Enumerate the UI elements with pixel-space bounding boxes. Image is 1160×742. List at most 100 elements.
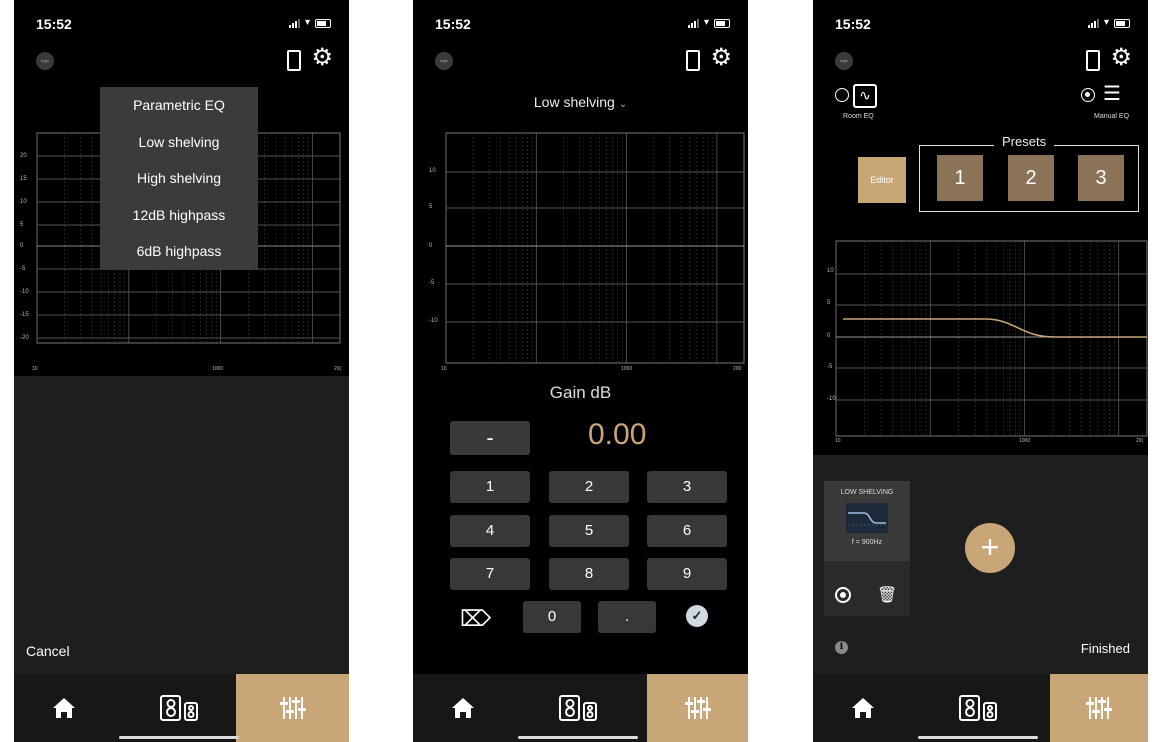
- gain-value: 0.00: [588, 418, 647, 451]
- key-3[interactable]: 3: [647, 471, 727, 503]
- nav-home[interactable]: [14, 674, 114, 742]
- device-icon[interactable]: [1086, 50, 1100, 71]
- x-tick: 20(: [1136, 438, 1144, 444]
- y-tick: 5: [827, 300, 831, 306]
- key-dot[interactable]: .: [598, 601, 656, 633]
- preset-3-button[interactable]: 3: [1078, 155, 1124, 201]
- manual-eq-icon[interactable]: ☰: [1103, 84, 1121, 104]
- gain-label: Gain dB: [549, 383, 612, 402]
- add-filter-button[interactable]: +: [965, 523, 1015, 573]
- key-2[interactable]: 2: [549, 471, 629, 503]
- menu-item-low-shelving[interactable]: Low shelving: [100, 124, 258, 161]
- menu-item-high-shelving[interactable]: High shelving: [100, 160, 258, 197]
- status-time: 15:52: [435, 16, 471, 32]
- battery-icon: [1114, 18, 1130, 28]
- speakers-icon: [959, 695, 997, 721]
- menu-item-6db-highpass[interactable]: 6dB highpass: [100, 233, 258, 270]
- home-icon: [53, 698, 75, 718]
- y-tick: -5: [20, 266, 26, 272]
- device-icon[interactable]: [686, 50, 700, 71]
- nav-home[interactable]: [813, 674, 913, 742]
- device-icon[interactable]: [287, 50, 301, 71]
- editor-button[interactable]: Editor: [858, 157, 906, 203]
- key-0[interactable]: 0: [523, 601, 581, 633]
- y-tick: 10: [429, 168, 436, 174]
- filter-card-freq: f = 900Hz: [851, 539, 883, 546]
- nav-speakers[interactable]: [129, 674, 229, 742]
- record-icon[interactable]: [835, 587, 851, 603]
- filter-card-title: LOW SHELVING: [840, 489, 894, 496]
- nav-speakers[interactable]: [928, 674, 1028, 742]
- signal-icon: [687, 18, 699, 28]
- y-tick: 0: [827, 333, 831, 339]
- gear-icon[interactable]: ⚙: [1110, 46, 1132, 70]
- bottom-nav: [413, 674, 748, 742]
- x-tick: 1000: [1019, 438, 1031, 444]
- x-tick: 20(: [334, 366, 342, 372]
- eq-graph: [835, 240, 1148, 440]
- nav-eq[interactable]: [236, 674, 349, 742]
- key-6[interactable]: 6: [647, 515, 727, 547]
- eq-grid: [445, 132, 745, 364]
- backspace-icon[interactable]: ⌦: [460, 606, 491, 632]
- key-1[interactable]: 1: [450, 471, 530, 503]
- speakers-icon: [160, 695, 198, 721]
- minus-button[interactable]: -: [450, 421, 530, 455]
- nav-eq[interactable]: [647, 674, 748, 742]
- y-tick: 10: [20, 199, 27, 205]
- mixer-icon: [1086, 696, 1112, 720]
- room-eq-radio[interactable]: [835, 88, 849, 102]
- home-indicator: [518, 736, 638, 739]
- y-tick: -20: [20, 335, 29, 341]
- key-4[interactable]: 4: [450, 515, 530, 547]
- y-tick: -10: [20, 289, 29, 295]
- nav-eq[interactable]: [1050, 674, 1148, 742]
- speakers-icon: [559, 695, 597, 721]
- menu-item-parametric-eq[interactable]: Parametric EQ: [100, 87, 258, 124]
- check-icon[interactable]: ✓: [686, 605, 708, 627]
- cancel-button[interactable]: Cancel: [26, 643, 70, 659]
- room-eq-label: Room EQ: [843, 113, 874, 120]
- filter-type-select[interactable]: Low shelving ⌄: [413, 94, 748, 110]
- y-tick: 5: [20, 222, 24, 228]
- brand-logo: logo: [36, 52, 54, 70]
- y-tick: -10: [429, 318, 438, 324]
- filter-thumbnail: [846, 503, 888, 533]
- y-tick: -10: [827, 396, 836, 402]
- nav-speakers[interactable]: [528, 674, 628, 742]
- nav-home[interactable]: [413, 674, 513, 742]
- wifi-icon: ▾: [1103, 17, 1109, 28]
- y-tick: 5: [429, 204, 433, 210]
- gear-icon[interactable]: ⚙: [311, 46, 333, 70]
- trash-icon[interactable]: 🗑: [877, 585, 897, 605]
- mixer-icon: [684, 696, 711, 720]
- key-7[interactable]: 7: [450, 558, 530, 590]
- eq-grid: [835, 240, 1148, 437]
- key-5[interactable]: 5: [549, 515, 629, 547]
- manual-eq-label: Manual EQ: [1094, 113, 1130, 120]
- y-tick: -5: [429, 280, 435, 286]
- status-time: 15:52: [36, 16, 72, 32]
- bottom-nav: [813, 674, 1148, 742]
- status-icons: ▾: [288, 18, 331, 28]
- y-tick: 10: [827, 268, 834, 274]
- y-tick: -15: [20, 312, 29, 318]
- preset-2-button[interactable]: 2: [1008, 155, 1054, 201]
- manual-eq-radio[interactable]: [1081, 88, 1095, 102]
- x-tick: 1000: [212, 366, 224, 372]
- key-9[interactable]: 9: [647, 558, 727, 590]
- y-tick: 20: [20, 153, 27, 159]
- room-eq-icon[interactable]: ∿: [853, 84, 877, 108]
- y-tick: -5: [827, 364, 833, 370]
- info-icon[interactable]: i: [835, 641, 848, 654]
- preset-1-button[interactable]: 1: [937, 155, 983, 201]
- menu-item-12db-highpass[interactable]: 12dB highpass: [100, 197, 258, 234]
- y-tick: 0: [429, 243, 433, 249]
- phone-filter-menu: 15:52 ▾ logo ⚙ 20 15 10 5 0 -5 -10 -15 -…: [14, 0, 349, 742]
- brand-logo: logo: [435, 52, 453, 70]
- key-8[interactable]: 8: [549, 558, 629, 590]
- finished-button[interactable]: Finished: [1081, 641, 1130, 656]
- gear-icon[interactable]: ⚙: [710, 46, 732, 70]
- bottom-nav: [14, 674, 349, 742]
- wifi-icon: ▾: [703, 17, 709, 28]
